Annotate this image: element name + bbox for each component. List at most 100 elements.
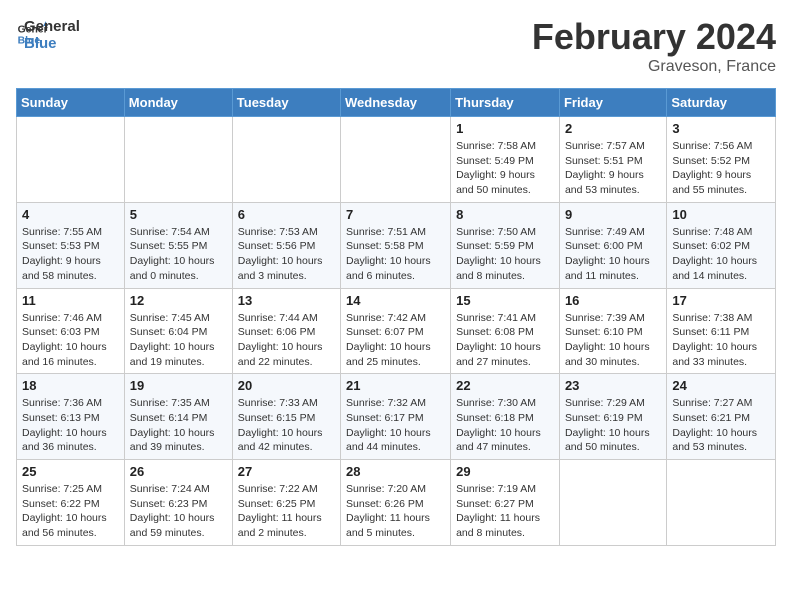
day-info: Sunrise: 7:35 AMSunset: 6:14 PMDaylight:… [130,396,227,455]
day-info: Sunrise: 7:19 AMSunset: 6:27 PMDaylight:… [456,482,554,541]
calendar-cell: 6 Sunrise: 7:53 AMSunset: 5:56 PMDaylight… [232,202,340,288]
title-section: February 2024 Graveson, France [532,16,776,76]
week-row-4: 18 Sunrise: 7:36 AMSunset: 6:13 PMDayligh… [17,374,776,460]
calendar-cell: 13 Sunrise: 7:44 AMSunset: 6:06 PMDayligh… [232,288,340,374]
day-number: 12 [130,293,227,308]
calendar-cell [341,117,451,203]
day-info: Sunrise: 7:55 AMSunset: 5:53 PMDaylight:… [22,225,119,284]
day-number: 18 [22,378,119,393]
day-info: Sunrise: 7:51 AMSunset: 5:58 PMDaylight:… [346,225,445,284]
calendar-cell [124,117,232,203]
day-number: 16 [565,293,661,308]
day-info: Sunrise: 7:42 AMSunset: 6:07 PMDaylight:… [346,311,445,370]
day-info: Sunrise: 7:27 AMSunset: 6:21 PMDaylight:… [672,396,770,455]
day-info: Sunrise: 7:24 AMSunset: 6:23 PMDaylight:… [130,482,227,541]
day-info: Sunrise: 7:33 AMSunset: 6:15 PMDaylight:… [238,396,335,455]
calendar-cell: 1Sunrise: 7:58 AMSunset: 5:49 PMDaylight… [451,117,560,203]
calendar-cell: 8 Sunrise: 7:50 AMSunset: 5:59 PMDaylight… [451,202,560,288]
weekday-header-friday: Friday [559,89,666,117]
day-info: Sunrise: 7:44 AMSunset: 6:06 PMDaylight:… [238,311,335,370]
weekday-header-saturday: Saturday [667,89,776,117]
day-number: 14 [346,293,445,308]
day-info: Sunrise: 7:48 AMSunset: 6:02 PMDaylight:… [672,225,770,284]
day-number: 19 [130,378,227,393]
weekday-header-sunday: Sunday [17,89,125,117]
day-info: Sunrise: 7:32 AMSunset: 6:17 PMDaylight:… [346,396,445,455]
calendar-cell: 17Sunrise: 7:38 AMSunset: 6:11 PMDayligh… [667,288,776,374]
calendar-cell: 28 Sunrise: 7:20 AMSunset: 6:26 PMDayligh… [341,460,451,546]
calendar-cell: 20 Sunrise: 7:33 AMSunset: 6:15 PMDayligh… [232,374,340,460]
day-number: 6 [238,207,335,222]
calendar-cell: 27Sunrise: 7:22 AMSunset: 6:25 PMDayligh… [232,460,340,546]
calendar-table: SundayMondayTuesdayWednesdayThursdayFrid… [16,88,776,546]
day-info: Sunrise: 7:36 AMSunset: 6:13 PMDaylight:… [22,396,119,455]
calendar-cell [667,460,776,546]
day-number: 22 [456,378,554,393]
day-number: 27 [238,464,335,479]
day-number: 7 [346,207,445,222]
calendar-cell: 26 Sunrise: 7:24 AMSunset: 6:23 PMDayligh… [124,460,232,546]
day-info: Sunrise: 7:41 AMSunset: 6:08 PMDaylight:… [456,311,554,370]
day-info: Sunrise: 7:46 AMSunset: 6:03 PMDaylight:… [22,311,119,370]
day-info: Sunrise: 7:50 AMSunset: 5:59 PMDaylight:… [456,225,554,284]
weekday-header-wednesday: Wednesday [341,89,451,117]
weekday-header-monday: Monday [124,89,232,117]
day-number: 9 [565,207,661,222]
day-info: Sunrise: 7:49 AMSunset: 6:00 PMDaylight:… [565,225,661,284]
week-row-5: 25Sunrise: 7:25 AMSunset: 6:22 PMDayligh… [17,460,776,546]
calendar-cell: 14 Sunrise: 7:42 AMSunset: 6:07 PMDayligh… [341,288,451,374]
day-info: Sunrise: 7:25 AMSunset: 6:22 PMDaylight:… [22,482,119,541]
weekday-header-row: SundayMondayTuesdayWednesdayThursdayFrid… [17,89,776,117]
day-number: 15 [456,293,554,308]
location-title: Graveson, France [532,58,776,76]
day-info: Sunrise: 7:29 AMSunset: 6:19 PMDaylight:… [565,396,661,455]
day-number: 24 [672,378,770,393]
day-info: Sunrise: 7:57 AMSunset: 5:51 PMDaylight:… [565,139,661,198]
day-number: 20 [238,378,335,393]
calendar-cell: 29 Sunrise: 7:19 AMSunset: 6:27 PMDayligh… [451,460,560,546]
calendar-cell: 7 Sunrise: 7:51 AMSunset: 5:58 PMDaylight… [341,202,451,288]
day-number: 11 [22,293,119,308]
calendar-cell: 10 Sunrise: 7:48 AMSunset: 6:02 PMDayligh… [667,202,776,288]
day-number: 26 [130,464,227,479]
day-number: 29 [456,464,554,479]
day-number: 4 [22,207,119,222]
logo-text-blue: Blue [24,35,80,52]
header: General Blue General Blue February 2024 … [16,16,776,76]
calendar-cell [232,117,340,203]
calendar-cell: 15 Sunrise: 7:41 AMSunset: 6:08 PMDayligh… [451,288,560,374]
calendar-cell: 22 Sunrise: 7:30 AMSunset: 6:18 PMDayligh… [451,374,560,460]
day-info: Sunrise: 7:45 AMSunset: 6:04 PMDaylight:… [130,311,227,370]
day-number: 1 [456,121,554,136]
logo-text-general: General [24,18,80,35]
day-info: Sunrise: 7:39 AMSunset: 6:10 PMDaylight:… [565,311,661,370]
calendar-cell: 4 Sunrise: 7:55 AMSunset: 5:53 PMDaylight… [17,202,125,288]
calendar-cell: 16 Sunrise: 7:39 AMSunset: 6:10 PMDayligh… [559,288,666,374]
weekday-header-thursday: Thursday [451,89,560,117]
day-number: 10 [672,207,770,222]
day-info: Sunrise: 7:54 AMSunset: 5:55 PMDaylight:… [130,225,227,284]
day-info: Sunrise: 7:56 AMSunset: 5:52 PMDaylight:… [672,139,770,198]
day-info: Sunrise: 7:53 AMSunset: 5:56 PMDaylight:… [238,225,335,284]
day-number: 13 [238,293,335,308]
day-number: 28 [346,464,445,479]
calendar-cell: 18 Sunrise: 7:36 AMSunset: 6:13 PMDayligh… [17,374,125,460]
week-row-2: 4 Sunrise: 7:55 AMSunset: 5:53 PMDaylight… [17,202,776,288]
day-number: 2 [565,121,661,136]
month-title: February 2024 [532,16,776,58]
calendar-cell: 12 Sunrise: 7:45 AMSunset: 6:04 PMDayligh… [124,288,232,374]
calendar-cell: 19 Sunrise: 7:35 AMSunset: 6:14 PMDayligh… [124,374,232,460]
calendar-cell [17,117,125,203]
calendar-cell: 25Sunrise: 7:25 AMSunset: 6:22 PMDayligh… [17,460,125,546]
day-number: 5 [130,207,227,222]
weekday-header-tuesday: Tuesday [232,89,340,117]
day-info: Sunrise: 7:20 AMSunset: 6:26 PMDaylight:… [346,482,445,541]
calendar-cell: 3 Sunrise: 7:56 AMSunset: 5:52 PMDaylight… [667,117,776,203]
day-number: 23 [565,378,661,393]
calendar-cell: 23 Sunrise: 7:29 AMSunset: 6:19 PMDayligh… [559,374,666,460]
week-row-3: 11 Sunrise: 7:46 AMSunset: 6:03 PMDayligh… [17,288,776,374]
week-row-1: 1Sunrise: 7:58 AMSunset: 5:49 PMDaylight… [17,117,776,203]
day-number: 3 [672,121,770,136]
day-info: Sunrise: 7:30 AMSunset: 6:18 PMDaylight:… [456,396,554,455]
day-number: 8 [456,207,554,222]
